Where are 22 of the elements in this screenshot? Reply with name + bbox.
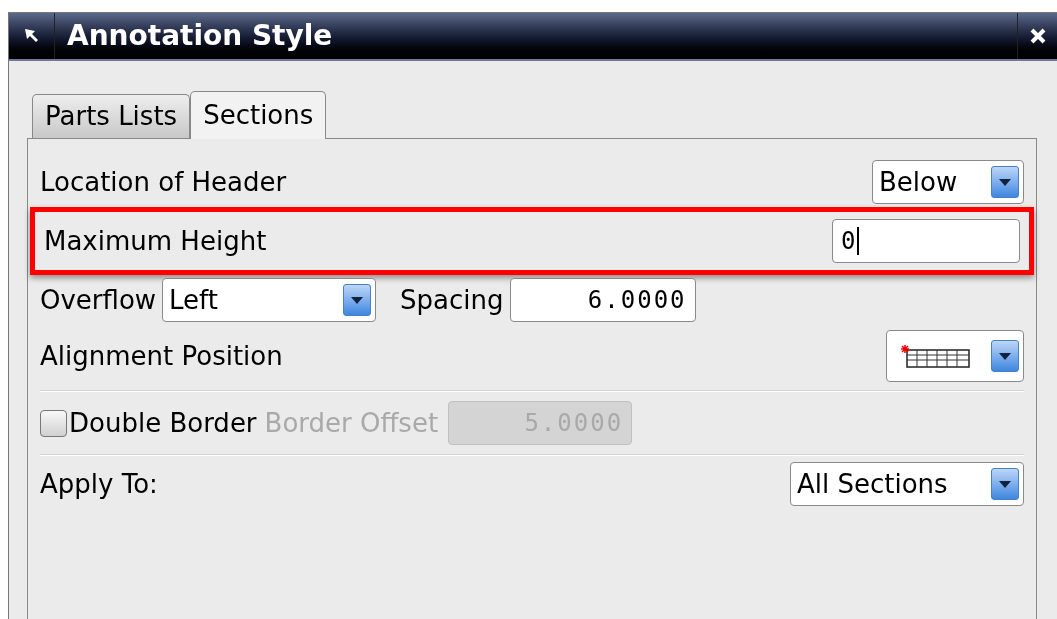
alignment-dropdown[interactable] — [886, 330, 1024, 382]
dropdown[interactable]: All Sections — [790, 462, 1024, 506]
dropdown[interactable]: Left — [162, 278, 377, 322]
input-field[interactable]: 0 — [832, 219, 1020, 263]
field-label: Border Offset — [264, 406, 439, 440]
dropdown[interactable]: Below — [872, 160, 1024, 204]
pointer-icon[interactable] — [22, 27, 41, 45]
tab[interactable]: Sections — [190, 91, 327, 139]
field-label: Spacing — [400, 283, 504, 317]
checkbox-label: Double Border — [69, 406, 257, 440]
input-field[interactable]: 6.0000 — [509, 278, 696, 322]
field-label: Location of Header — [40, 165, 287, 199]
field-label: Apply To: — [40, 467, 158, 501]
checkbox[interactable] — [40, 409, 67, 437]
tab[interactable]: Parts Lists — [32, 94, 191, 138]
window-title: Annotation Style — [66, 18, 334, 54]
close-icon[interactable] — [1028, 27, 1047, 45]
field-label: Overflow — [40, 283, 157, 317]
field-label: Alignment Position — [40, 339, 283, 373]
field-label: Maximum Height — [44, 224, 267, 258]
text-caret — [857, 227, 860, 255]
table-icon — [901, 344, 971, 368]
